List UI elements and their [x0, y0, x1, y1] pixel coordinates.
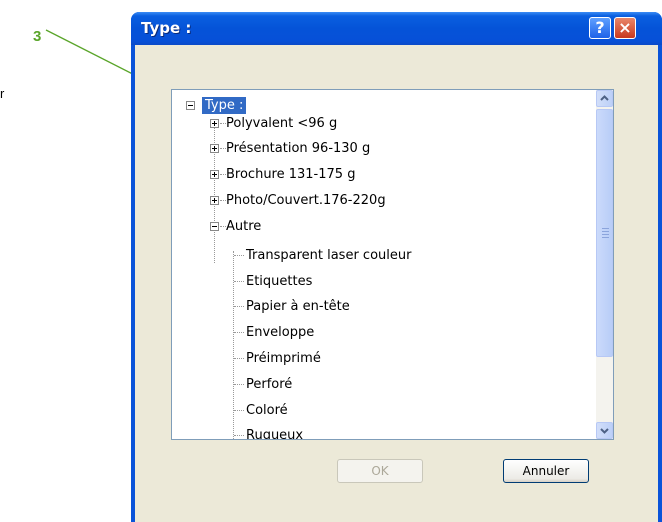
cancel-button[interactable]: Annuler	[503, 459, 589, 483]
tree-connector	[234, 332, 244, 334]
close-button[interactable]: ×	[614, 17, 636, 39]
chevron-down-icon	[600, 428, 609, 434]
expand-toggle[interactable]	[210, 170, 219, 179]
tree-item-colore[interactable]: Coloré	[246, 402, 288, 419]
tree-item-polyvalent[interactable]: Polyvalent <96 g	[226, 115, 337, 132]
type-dialog: Type : ? × Type : Polyvalent <96 g Prése…	[131, 12, 662, 522]
tree-connector	[234, 255, 244, 257]
tree-item-photo-couvert[interactable]: Photo/Couvert.176-220g	[226, 192, 386, 209]
tree-item-brochure[interactable]: Brochure 131-175 g	[226, 166, 355, 183]
scroll-thumb[interactable]	[596, 109, 613, 357]
tree-vertical-scrollbar[interactable]	[596, 90, 613, 439]
tree-item-transparent[interactable]: Transparent laser couleur	[246, 247, 411, 264]
tree-item-perfore[interactable]: Perforé	[246, 376, 292, 393]
tree-connector	[234, 384, 244, 386]
dialog-title: Type :	[141, 19, 192, 37]
tree-connector	[234, 358, 244, 360]
tree-item-presentation[interactable]: Présentation 96-130 g	[226, 140, 370, 157]
tree-connector	[234, 281, 244, 283]
ok-button[interactable]: OK	[337, 459, 423, 483]
expand-toggle[interactable]	[210, 119, 219, 128]
help-button[interactable]: ?	[589, 17, 611, 39]
expand-toggle[interactable]	[210, 144, 219, 153]
expand-toggle[interactable]	[210, 196, 219, 205]
tree-item-rugueux[interactable]: Rugueux	[246, 427, 303, 439]
tree-item-preimprime[interactable]: Préimprimé	[246, 350, 321, 367]
collapse-root-toggle[interactable]	[186, 101, 195, 110]
type-tree-view[interactable]: Type : Polyvalent <96 g Présentation 96-…	[171, 89, 614, 440]
tree-item-autre[interactable]: Autre	[226, 218, 261, 235]
title-bar[interactable]: Type : ? ×	[131, 12, 662, 45]
tree-item-papier-en-tete[interactable]: Papier à en-tête	[246, 298, 350, 315]
collapse-toggle[interactable]	[210, 222, 219, 231]
tree-connector	[234, 410, 244, 412]
dialog-client-area: Type : Polyvalent <96 g Présentation 96-…	[135, 45, 658, 522]
tree-item-enveloppe[interactable]: Enveloppe	[246, 324, 314, 341]
chevron-up-icon	[600, 95, 609, 101]
scroll-up-button[interactable]	[596, 90, 613, 107]
tree-item-etiquettes[interactable]: Etiquettes	[246, 273, 312, 290]
tree-connector	[234, 435, 244, 437]
tree-connector	[234, 306, 244, 308]
scroll-down-button[interactable]	[596, 422, 613, 439]
tree-root-type[interactable]: Type :	[202, 97, 247, 114]
